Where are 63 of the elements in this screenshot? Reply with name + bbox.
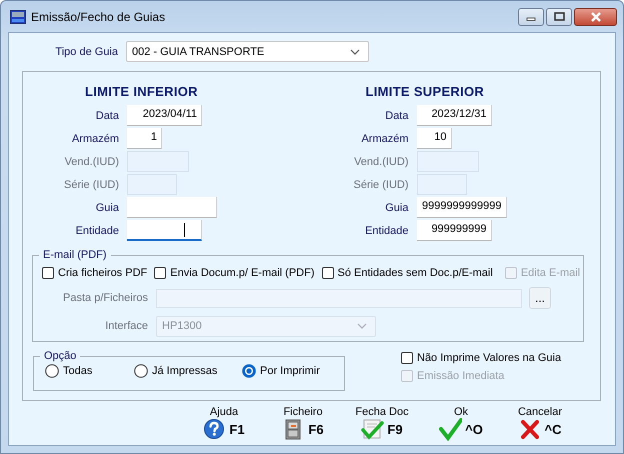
field-label: Guia	[94, 202, 119, 214]
field-label: Vend.(IUD)	[64, 156, 119, 168]
section-heading: LIMITE INFERIOR	[85, 84, 199, 100]
chevron-icon	[350, 48, 360, 54]
help-icon	[204, 419, 224, 439]
radio-label: Todas	[63, 365, 92, 377]
radio-button[interactable]	[134, 364, 148, 378]
field-label: Entidade	[364, 224, 408, 236]
checkbox[interactable]	[322, 267, 334, 279]
toolbar-button[interactable]: Ajuda F1	[192, 406, 256, 444]
input-field[interactable]: 2023/12/31	[416, 105, 492, 126]
close-button[interactable]	[574, 8, 617, 26]
toolbar-button[interactable]: Fecha Doc F9	[350, 406, 414, 444]
close-icon	[590, 12, 602, 22]
checkbox-label: Não Imprime Valores na Guia	[417, 352, 562, 364]
field-label: Interface	[104, 320, 148, 332]
field-label: Tipo de Guia	[54, 46, 118, 58]
radio-button[interactable]	[242, 364, 256, 378]
checkbox-label: Só Entidades sem Doc.p/E-mail	[338, 267, 493, 279]
toolbar-button[interactable]: Cancelar ^C	[508, 406, 572, 444]
field-label: Data	[384, 110, 408, 122]
input-field[interactable]: 2023/04/11	[127, 105, 202, 126]
input-field[interactable]: 1	[127, 128, 162, 149]
field-label: Entidade	[74, 224, 119, 236]
group-title: Opção	[43, 350, 78, 362]
cross-icon	[520, 420, 538, 439]
checkbox-label: Envia Docum.p/ E-mail (PDF)	[170, 267, 315, 279]
field-label: Série (IUD)	[352, 178, 408, 190]
checkbox[interactable]	[154, 267, 166, 279]
chevron-icon	[357, 323, 367, 329]
minimize-button[interactable]	[518, 8, 544, 26]
field-label: Data	[94, 110, 119, 122]
input-field[interactable]: 10	[416, 128, 452, 149]
dropdown[interactable]: 002 - GUIA TRANSPORTE	[126, 41, 369, 62]
checkmark-icon	[439, 418, 462, 441]
field-label: Vend.(IUD)	[353, 156, 408, 168]
window-title: Emissão/Fecho de Guias	[31, 10, 166, 24]
section-heading: LIMITE SUPERIOR	[366, 84, 486, 100]
field-label: Armazém	[70, 132, 119, 144]
field-label: Série (IUD)	[62, 178, 119, 190]
maximize-button[interactable]	[546, 8, 572, 26]
input-field[interactable]	[127, 197, 217, 218]
checkbox-label: Emissão Imediata	[417, 370, 504, 382]
field-label: Guia	[384, 202, 408, 214]
checkbox[interactable]	[42, 267, 54, 279]
toolbar-button[interactable]: Ficheiro F6	[271, 406, 335, 444]
input-field[interactable]: 999999999	[416, 220, 492, 241]
input-field[interactable]: 9999999999999	[416, 197, 506, 218]
checkbox-label: Cria ficheiros PDF	[58, 267, 148, 279]
field-label: Armazém	[360, 132, 408, 144]
maximize-icon	[554, 12, 564, 21]
group-title: E-mail (PDF)	[42, 249, 108, 261]
checkbox[interactable]	[401, 352, 413, 364]
field-label: Pasta p/Ficheiros	[62, 292, 148, 304]
radio-button[interactable]	[45, 364, 59, 378]
input-field[interactable]	[127, 220, 202, 241]
document-check-icon	[362, 420, 384, 440]
checkbox-label: Edita E-mail	[520, 267, 580, 279]
toolbar-button[interactable]: Ok ^O	[429, 406, 493, 444]
cabinet-icon	[286, 420, 301, 440]
radio-label: Já Impressas	[152, 365, 218, 377]
app-icon	[10, 10, 26, 24]
radio-label: Por Imprimir	[260, 365, 320, 377]
